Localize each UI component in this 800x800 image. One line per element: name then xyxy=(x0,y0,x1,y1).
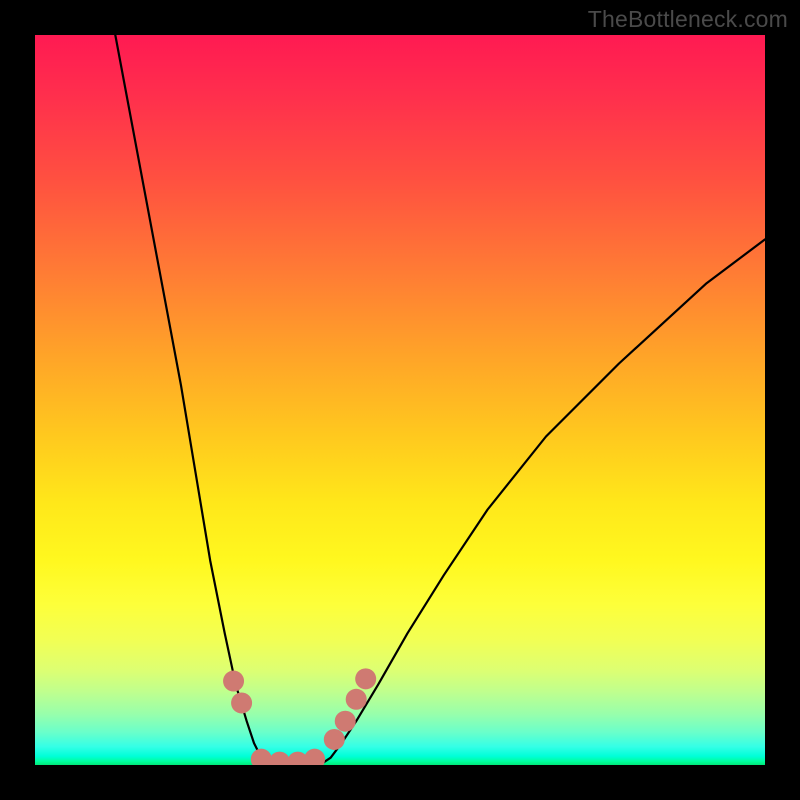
chart-frame: TheBottleneck.com xyxy=(0,0,800,800)
left-marker-upper xyxy=(223,671,244,692)
plot-area xyxy=(35,35,765,765)
right-marker-1 xyxy=(324,729,345,750)
right-marker-4 xyxy=(355,668,376,689)
chart-svg xyxy=(35,35,765,765)
watermark-text: TheBottleneck.com xyxy=(588,6,788,33)
right-marker-3 xyxy=(346,689,367,710)
left-marker-lower xyxy=(231,692,252,713)
floor-marker-4 xyxy=(304,749,325,765)
right-marker-2 xyxy=(335,711,356,732)
series-left-branch xyxy=(115,35,272,765)
series-right-branch xyxy=(320,239,765,765)
floor-marker-2 xyxy=(269,752,290,765)
floor-marker-1 xyxy=(251,749,272,765)
curve-group xyxy=(115,35,765,765)
